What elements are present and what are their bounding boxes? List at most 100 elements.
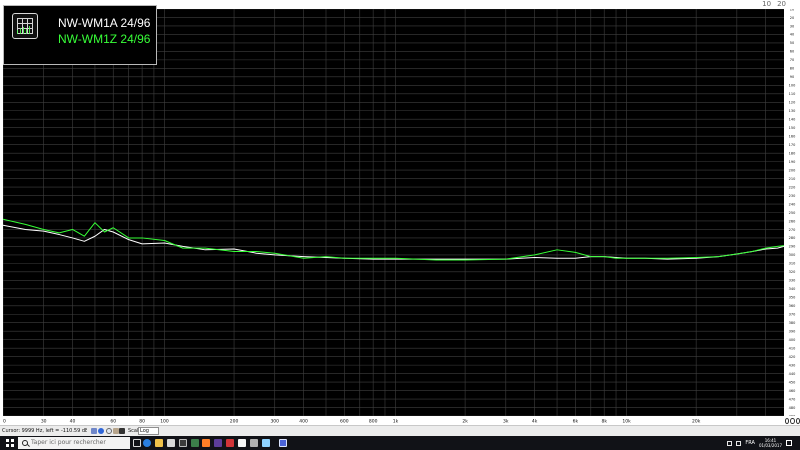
y-tick-label-41: 420 [789, 355, 796, 359]
y-tick-label-9: 100 [789, 84, 796, 88]
y-tick-label-16: 170 [789, 143, 796, 147]
calculator-icon[interactable] [179, 439, 187, 447]
series-line-1 [3, 224, 784, 260]
settings-icon[interactable] [250, 439, 258, 447]
help-icon[interactable] [98, 428, 104, 434]
y-axis: 10 20 30 40 50 60 70 80 90 100 110 120 130 140 150 160 1… [784, 9, 800, 416]
store-icon[interactable] [167, 439, 175, 447]
search-icon[interactable] [106, 428, 112, 434]
task-view-icon[interactable] [133, 439, 141, 447]
legend-series-1: NW-WM1A 24/96 [58, 16, 151, 30]
y-tick-label-21: 220 [789, 185, 796, 189]
x-tick-label-5: 100 [160, 418, 169, 424]
legend-box: NW-WM1A 24/96 NW-WM1Z 24/96 [3, 5, 157, 65]
series-layer [3, 218, 784, 261]
document-icon[interactable] [238, 439, 246, 447]
y-tick-label-30: 310 [789, 262, 796, 266]
y-tick-label-10: 110 [789, 92, 796, 96]
status-bar: Cursor: 9999 Hz, left = -110.59 dB, righ… [0, 425, 800, 436]
action-center-icon[interactable] [786, 440, 792, 446]
start-button[interactable] [6, 439, 14, 447]
y-tick-label-45: 460 [789, 389, 796, 393]
x-tick-label-9: 600 [340, 418, 349, 424]
y-tick-label-7: 80 [790, 67, 794, 71]
y-tick-label-32: 330 [789, 279, 796, 283]
x-tick-label-6: 200 [230, 418, 239, 424]
x-tick-label-3: 60 [110, 418, 116, 424]
y-tick-label-5: 60 [790, 50, 794, 54]
y-tick-label-1: 20 [790, 16, 794, 20]
y-tick-label-18: 190 [789, 160, 796, 164]
x-tick-label-17: 10k [622, 418, 631, 424]
taskbar-search[interactable]: Taper ici pour rechercher [18, 437, 130, 449]
x-tick-label-13: 3k [503, 418, 509, 424]
y-tick-label-44: 450 [789, 380, 796, 384]
top-right-readouts: 10 20 [762, 0, 786, 8]
save-icon[interactable] [119, 428, 125, 434]
zoom-controls[interactable] [784, 416, 800, 425]
y-tick-label-15: 160 [789, 134, 796, 138]
y-tick-label-31: 320 [789, 270, 796, 274]
y-tick-label-43: 440 [789, 372, 796, 376]
top-right-readout-a: 10 [762, 0, 772, 8]
top-right-readout-b: 20 [777, 0, 786, 8]
volume-icon[interactable] [736, 440, 742, 446]
y-tick-label-36: 370 [789, 313, 796, 317]
x-tick-label-7: 300 [270, 418, 279, 424]
language-indicator[interactable]: FRA [745, 440, 755, 446]
y-tick-label-13: 140 [789, 118, 796, 122]
y-tick-label-14: 150 [789, 126, 796, 130]
legend-series-2: NW-WM1Z 24/96 [58, 32, 151, 46]
y-tick-label-20: 210 [789, 177, 796, 181]
y-tick-label-6: 70 [790, 58, 794, 62]
spectrum-analyzer-icon[interactable] [279, 439, 287, 447]
zoom-out-icon[interactable] [790, 417, 795, 424]
y-tick-label-42: 430 [789, 363, 796, 367]
x-tick-label-4: 80 [139, 418, 145, 424]
y-axis-svg: 10 20 30 40 50 60 70 80 90 100 110 120 130 140 150 160 1… [789, 9, 796, 416]
spreadsheet-icon[interactable] [191, 439, 199, 447]
cursor-readout: Cursor: 9999 Hz, left = -110.59 dB, righ… [2, 428, 87, 434]
copy-icon[interactable] [91, 428, 97, 434]
taskbar-search-placeholder: Taper ici pour rechercher [31, 439, 106, 446]
zoom-reset-icon[interactable] [795, 417, 800, 424]
x-tick-label-2: 40 [70, 418, 76, 424]
y-tick-label-46: 470 [789, 397, 796, 401]
media-player-icon[interactable] [202, 439, 210, 447]
x-axis: 20 30 40 60 80 100 200 300 400 600 800 1k 2k 3k 4k 6k 8k… [3, 416, 784, 425]
x-tick-label-8: 400 [299, 418, 308, 424]
y-tick-label-12: 130 [789, 109, 796, 113]
y-tick-label-33: 340 [789, 287, 796, 291]
audio-tool-icon[interactable] [214, 439, 222, 447]
network-icon[interactable] [262, 439, 270, 447]
x-tick-label-15: 6k [573, 418, 579, 424]
x-tick-label-18: 20k [692, 418, 701, 424]
y-tick-label-34: 350 [789, 296, 796, 300]
y-tick-label-26: 270 [789, 228, 796, 232]
x-tick-label-14: 4k [532, 418, 538, 424]
spectrum-app-icon [12, 13, 38, 39]
x-tick-label-1: 30 [41, 418, 47, 424]
y-tick-label-39: 400 [789, 338, 796, 342]
x-tick-label-16: 8k [601, 418, 607, 424]
x-tick-label-12: 2k [462, 418, 468, 424]
y-tick-label-35: 360 [789, 304, 796, 308]
scale-select[interactable]: Log [138, 427, 159, 435]
clock[interactable]: 16:41 01/03/2017 [759, 438, 782, 448]
spectrum-chart [3, 9, 784, 416]
edge-icon[interactable] [143, 439, 151, 447]
zoom-in-icon[interactable] [785, 417, 790, 424]
y-tick-label-3: 40 [790, 33, 794, 37]
y-tick-label-29: 300 [789, 253, 796, 257]
spectrum-plot[interactable] [3, 9, 784, 416]
system-tray: FRA 16:41 01/03/2017 [727, 437, 792, 449]
file-explorer-icon[interactable] [155, 439, 163, 447]
y-tick-label-2: 30 [790, 24, 794, 28]
search-icon [22, 440, 28, 446]
record-icon[interactable] [226, 439, 234, 447]
y-tick-label-38: 390 [789, 330, 796, 334]
notification-area-icon[interactable] [727, 440, 733, 446]
y-tick-label-11: 120 [789, 101, 796, 105]
grid-layer [3, 9, 784, 416]
x-tick-label-11: 1k [393, 418, 399, 424]
